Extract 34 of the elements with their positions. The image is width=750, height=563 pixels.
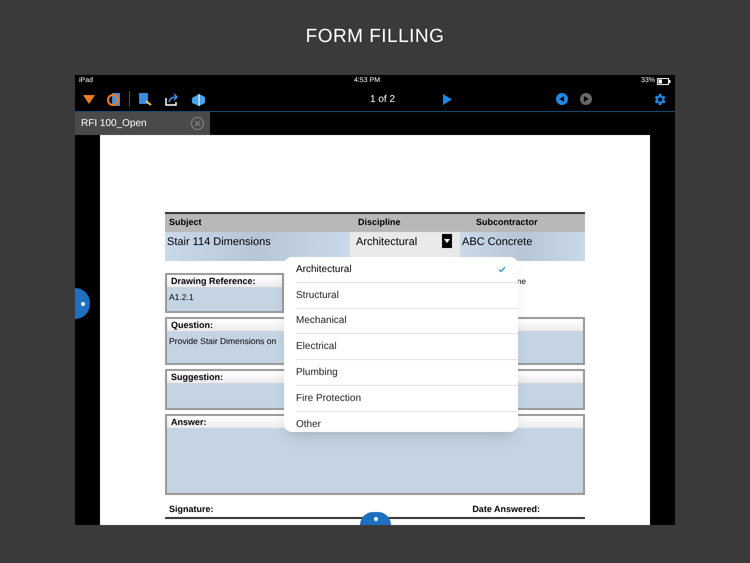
field-label: Drawing Reference: bbox=[167, 275, 282, 287]
column-header: Subcontractor bbox=[475, 216, 539, 230]
page-indicator: 1 of 2 bbox=[370, 92, 396, 106]
subject-field[interactable]: Stair 114 Dimensions bbox=[165, 232, 350, 261]
previous-icon[interactable] bbox=[556, 93, 568, 105]
app-logo-icon[interactable] bbox=[107, 92, 121, 106]
field-value: Provide Stair Dimensions on bbox=[168, 335, 278, 348]
column-header: Discipline bbox=[357, 216, 402, 230]
dropdown-option[interactable]: Fire Protection bbox=[296, 386, 518, 412]
dropdown-option[interactable]: Mechanical bbox=[296, 308, 518, 334]
signature-label: Signature: bbox=[169, 503, 214, 516]
subcontractor-field[interactable]: ABC Concrete bbox=[460, 232, 585, 261]
date-answered-label: Date Answered: bbox=[472, 503, 540, 516]
document-tab[interactable]: RFI 100_Open bbox=[75, 112, 210, 135]
share-icon[interactable] bbox=[164, 92, 179, 106]
settings-icon[interactable] bbox=[652, 92, 667, 106]
dropdown-option[interactable]: Electrical bbox=[296, 334, 518, 360]
dropdown-icon[interactable] bbox=[83, 94, 95, 104]
drawing-reference-field[interactable]: Drawing Reference: A1.2.1 bbox=[165, 273, 284, 313]
check-icon bbox=[498, 266, 506, 273]
cube-icon[interactable] bbox=[191, 92, 206, 106]
play-icon[interactable] bbox=[443, 94, 452, 104]
dot-icon bbox=[374, 516, 378, 520]
dot-icon bbox=[80, 302, 84, 306]
column-header: Subject bbox=[168, 216, 203, 230]
dropdown-option[interactable]: Plumbing bbox=[296, 360, 518, 386]
close-icon[interactable] bbox=[191, 117, 204, 130]
caret-icon bbox=[442, 234, 452, 248]
page-heading: FORM FILLING bbox=[306, 25, 444, 50]
document-icon[interactable] bbox=[138, 92, 152, 106]
battery-icon bbox=[656, 78, 671, 84]
dropdown-option[interactable]: Architectural bbox=[296, 257, 518, 283]
field-value: A1.2.1 bbox=[168, 291, 195, 304]
dropdown-option[interactable]: Structural bbox=[296, 282, 518, 309]
